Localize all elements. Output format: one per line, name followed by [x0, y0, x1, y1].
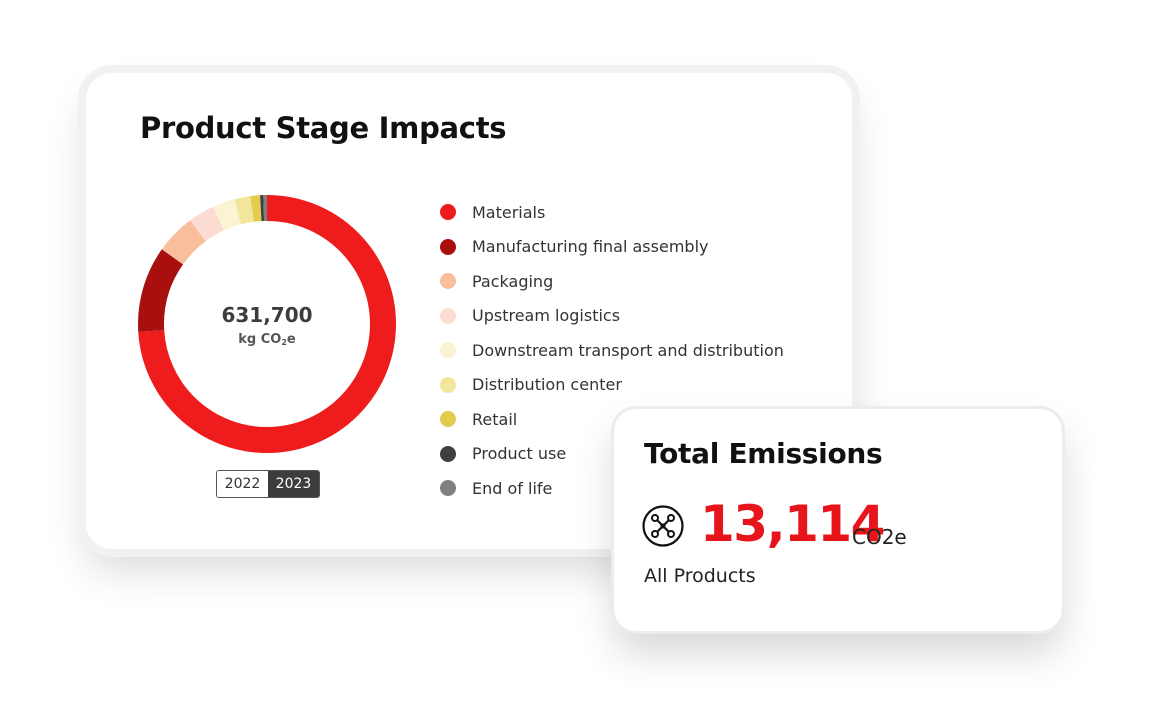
- legend-item: Materials: [440, 195, 784, 230]
- year-button-2023[interactable]: 2023: [268, 471, 319, 497]
- donut-chart: 631,700 kg CO2e: [138, 195, 396, 453]
- year-toggle: 2022 2023: [216, 470, 320, 498]
- donut-center-unit: kg CO2e: [138, 332, 396, 347]
- total-emissions-unit: CO2e: [852, 525, 907, 549]
- legend-label: Materials: [472, 202, 546, 222]
- drone-icon: [642, 505, 684, 547]
- page: Product Stage Impacts 631,700 kg CO2e 20…: [0, 0, 1164, 716]
- legend-label: Distribution center: [472, 375, 622, 395]
- unit-suffix: e: [286, 332, 296, 347]
- legend-swatch: [440, 376, 456, 393]
- legend-label: Retail: [472, 409, 518, 429]
- legend-label: Downstream transport and distribution: [472, 340, 784, 360]
- legend-item: Upstream logistics: [440, 299, 784, 334]
- total-emissions-scope: All Products: [644, 565, 756, 587]
- legend-swatch: [440, 238, 456, 255]
- legend-swatch: [440, 204, 456, 221]
- legend-swatch: [440, 273, 456, 290]
- donut-center-value: 631,700: [221, 303, 313, 327]
- total-emissions-title: Total Emissions: [644, 437, 883, 470]
- legend-swatch: [440, 480, 456, 497]
- legend-label: End of life: [472, 478, 553, 498]
- legend-item: Packaging: [440, 264, 784, 299]
- legend-label: Manufacturing final assembly: [472, 237, 709, 257]
- legend-swatch: [440, 445, 456, 462]
- legend-label: Upstream logistics: [472, 306, 621, 326]
- unit-prefix: kg CO: [238, 332, 282, 347]
- legend-swatch: [440, 307, 456, 324]
- total-emissions-card: Total Emissions 13,114 CO2e All Products: [614, 409, 1062, 631]
- legend-swatch: [440, 342, 456, 359]
- legend-swatch: [440, 411, 456, 428]
- legend-label: Product use: [472, 444, 567, 464]
- legend-item: Distribution center: [440, 368, 784, 403]
- legend-item: Manufacturing final assembly: [440, 230, 784, 265]
- legend-item: Downstream transport and distribution: [440, 333, 784, 368]
- product-stage-impacts-title: Product Stage Impacts: [140, 111, 507, 145]
- legend-label: Packaging: [472, 271, 554, 291]
- year-button-2022[interactable]: 2022: [217, 471, 268, 497]
